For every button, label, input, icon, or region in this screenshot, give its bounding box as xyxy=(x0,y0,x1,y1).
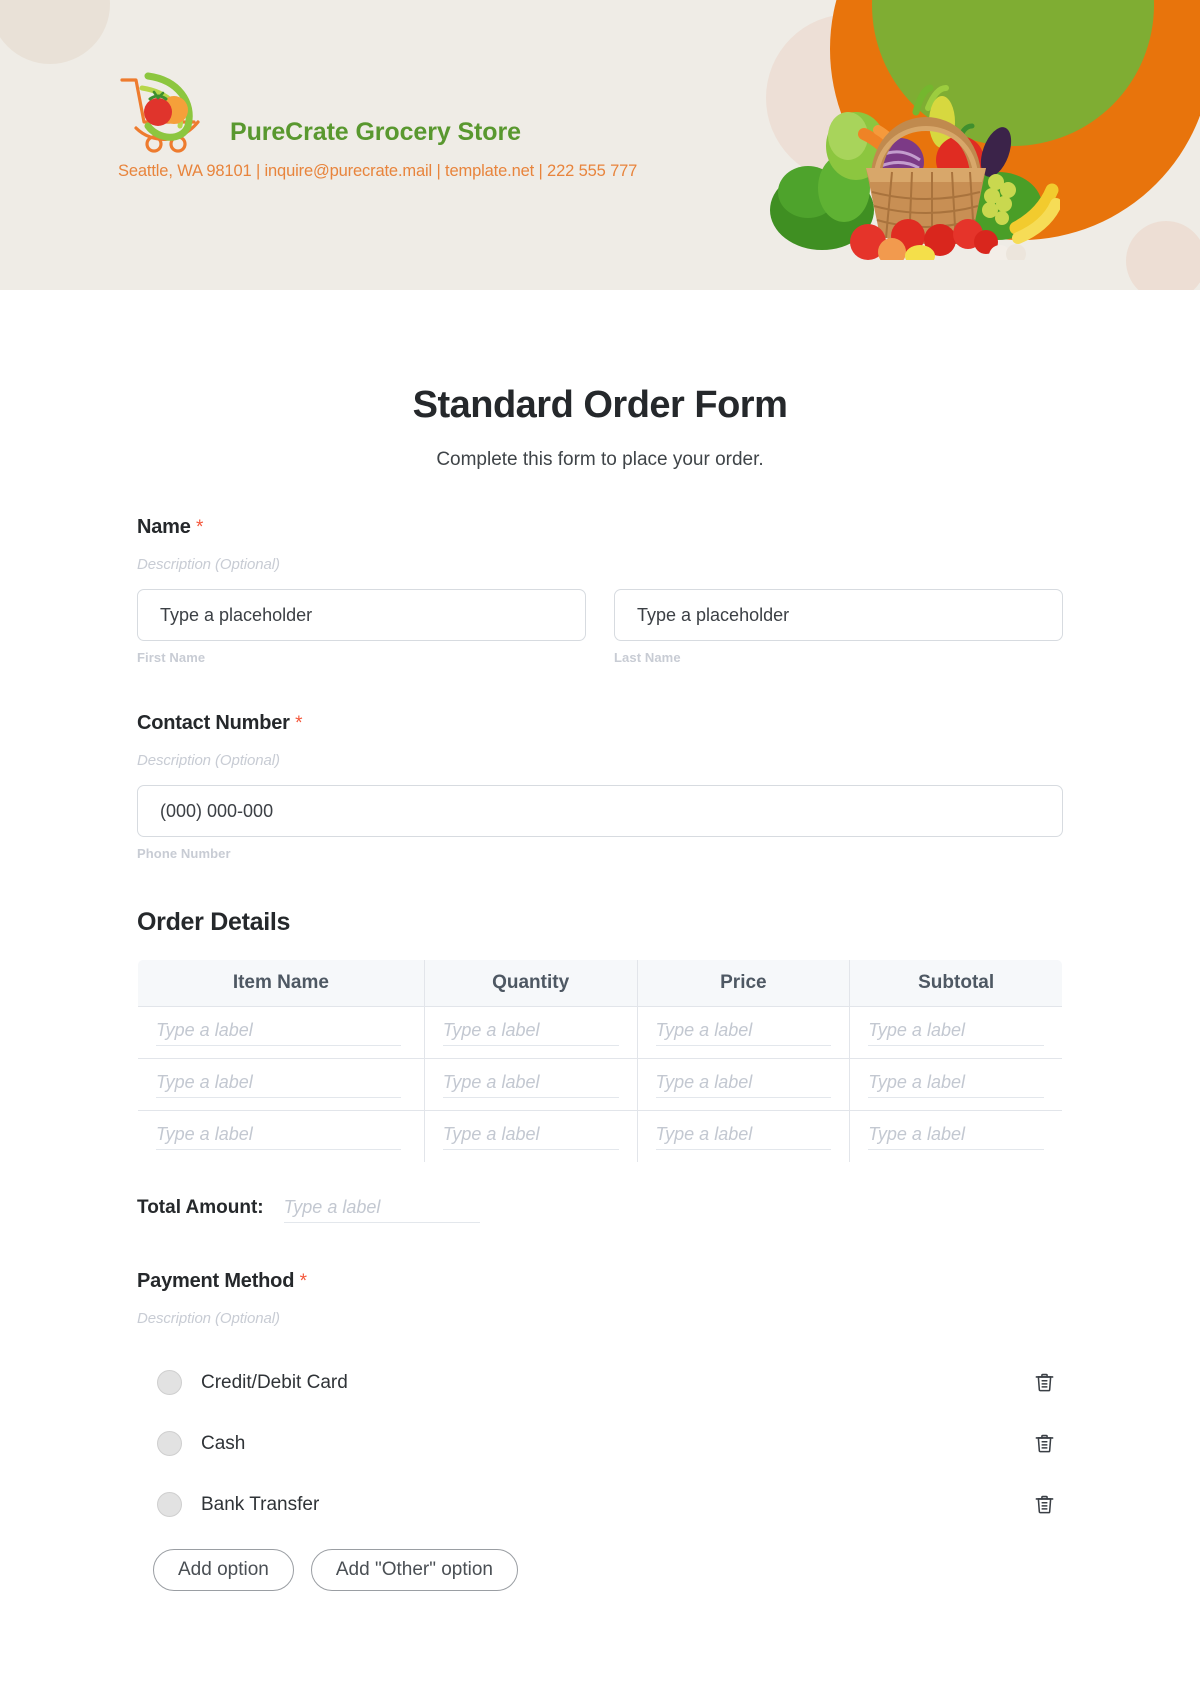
trash-icon[interactable] xyxy=(1031,1431,1057,1457)
cell-quantity[interactable]: Type a label xyxy=(423,1110,638,1162)
cell-subtotal[interactable]: Type a label xyxy=(849,1006,1062,1059)
cell-subtotal[interactable]: Type a label xyxy=(849,1058,1062,1111)
price-input[interactable]: Type a label xyxy=(655,1020,832,1046)
cell-price[interactable]: Type a label xyxy=(636,1006,851,1059)
last-name-input[interactable]: Type a placeholder xyxy=(614,589,1063,641)
item-name-input[interactable]: Type a label xyxy=(156,1124,401,1150)
option-label: Cash xyxy=(201,1432,246,1454)
field-name: Name * Description (Optional) Type a pla… xyxy=(137,516,1063,665)
price-input[interactable]: Type a label xyxy=(655,1072,832,1098)
quantity-input[interactable]: Type a label xyxy=(442,1072,619,1098)
brand-name: PureCrate Grocery Store xyxy=(230,118,521,146)
table-header-row: Item Name Quantity Price Subtotal xyxy=(138,960,1062,1007)
column-header-price: Price xyxy=(636,960,851,1007)
total-amount-input[interactable]: Type a label xyxy=(283,1197,480,1223)
decorative-circle-bottom-right xyxy=(1126,221,1200,290)
price-input[interactable]: Type a label xyxy=(655,1124,832,1150)
cell-price[interactable]: Type a label xyxy=(636,1110,851,1162)
contact-number-label-text: Contact Number xyxy=(137,712,290,734)
table-row: Type a label Type a label Type a label T… xyxy=(138,1058,1062,1111)
quantity-input[interactable]: Type a label xyxy=(442,1020,619,1046)
brand-contact-line: Seattle, WA 98101 | inquire@purecrate.ma… xyxy=(118,162,638,180)
table-row: Type a label Type a label Type a label T… xyxy=(138,1006,1062,1059)
first-name-sublabel: First Name xyxy=(137,650,206,665)
column-header-quantity: Quantity xyxy=(423,960,638,1007)
form-sheet: Standard Order Form Complete this form t… xyxy=(0,384,1200,1591)
vegetable-basket-image xyxy=(760,60,1062,267)
phone-number-sublabel: Phone Number xyxy=(137,846,231,861)
column-header-subtotal: Subtotal xyxy=(849,960,1062,1007)
cell-subtotal[interactable]: Type a label xyxy=(849,1110,1062,1162)
field-payment-method: Payment Method * Description (Optional) … xyxy=(137,1270,1063,1591)
cell-item-name[interactable]: Type a label xyxy=(138,1058,425,1111)
item-name-input[interactable]: Type a label xyxy=(156,1072,401,1098)
first-name-input[interactable]: Type a placeholder xyxy=(137,589,586,641)
required-asterisk: * xyxy=(295,713,303,734)
radio-button-icon[interactable] xyxy=(157,1370,182,1395)
subtotal-input[interactable]: Type a label xyxy=(868,1072,1044,1098)
cell-item-name[interactable]: Type a label xyxy=(138,1006,425,1059)
subtotal-input[interactable]: Type a label xyxy=(868,1020,1044,1046)
option-label: Credit/Debit Card xyxy=(201,1371,348,1393)
option-row-cash[interactable]: Cash xyxy=(137,1413,1063,1474)
payment-method-description: Description (Optional) xyxy=(137,1310,280,1327)
last-name-sublabel: Last Name xyxy=(614,650,681,665)
contact-number-label: Contact Number * xyxy=(137,712,1063,735)
add-option-button[interactable]: Add option xyxy=(153,1549,294,1591)
field-contact-number: Contact Number * Description (Optional) … xyxy=(137,712,1063,861)
page-header: PureCrate Grocery Store Seattle, WA 9810… xyxy=(0,0,1200,290)
cell-quantity[interactable]: Type a label xyxy=(423,1006,638,1059)
required-asterisk: * xyxy=(196,517,204,538)
order-details-title: Order Details xyxy=(137,908,291,936)
payment-method-label: Payment Method * xyxy=(137,1270,1063,1293)
item-name-input[interactable]: Type a label xyxy=(156,1020,401,1046)
order-details-table: Item Name Quantity Price Subtotal Type a… xyxy=(137,959,1063,1163)
name-label-text: Name xyxy=(137,516,191,538)
trash-icon[interactable] xyxy=(1031,1492,1057,1518)
contact-number-description: Description (Optional) xyxy=(137,752,280,769)
cell-price[interactable]: Type a label xyxy=(636,1058,851,1111)
page-subtitle: Complete this form to place your order. xyxy=(436,449,764,470)
add-other-option-button[interactable]: Add "Other" option xyxy=(310,1549,518,1591)
quantity-input[interactable]: Type a label xyxy=(442,1124,619,1150)
option-action-buttons: Add option Add "Other" option xyxy=(137,1549,1063,1591)
name-label: Name * xyxy=(137,516,1063,539)
option-label: Bank Transfer xyxy=(201,1493,320,1515)
radio-button-icon[interactable] xyxy=(157,1492,182,1517)
cell-item-name[interactable]: Type a label xyxy=(138,1110,425,1162)
required-asterisk: * xyxy=(299,1271,307,1292)
option-row-credit-debit-card[interactable]: Credit/Debit Card xyxy=(137,1352,1063,1413)
total-amount-label: Total Amount: xyxy=(137,1197,264,1218)
option-row-bank-transfer[interactable]: Bank Transfer xyxy=(137,1474,1063,1535)
total-amount-row: Total Amount: Type a label xyxy=(137,1197,1063,1223)
radio-button-icon[interactable] xyxy=(157,1431,182,1456)
cell-quantity[interactable]: Type a label xyxy=(423,1058,638,1111)
table-row: Type a label Type a label Type a label T… xyxy=(138,1110,1062,1162)
payment-method-label-text: Payment Method xyxy=(137,1270,295,1292)
form-fields: Name * Description (Optional) Type a pla… xyxy=(137,471,1063,1591)
phone-number-input[interactable]: (000) 000-000 xyxy=(137,785,1063,837)
subtotal-input[interactable]: Type a label xyxy=(868,1124,1044,1150)
page-title: Standard Order Form xyxy=(412,384,788,426)
trash-icon[interactable] xyxy=(1031,1370,1057,1396)
name-description: Description (Optional) xyxy=(137,556,280,573)
section-order-details: Order Details Item Name Quantity Price S… xyxy=(137,908,1063,1223)
grocery-cart-logo-icon xyxy=(118,70,220,156)
payment-method-options: Credit/Debit Card Cash Bank Transfer xyxy=(137,1352,1063,1535)
brand-block: PureCrate Grocery Store Seattle, WA 9810… xyxy=(118,70,738,181)
decorative-circle-top-left xyxy=(0,0,110,64)
column-header-item-name: Item Name xyxy=(138,960,425,1007)
